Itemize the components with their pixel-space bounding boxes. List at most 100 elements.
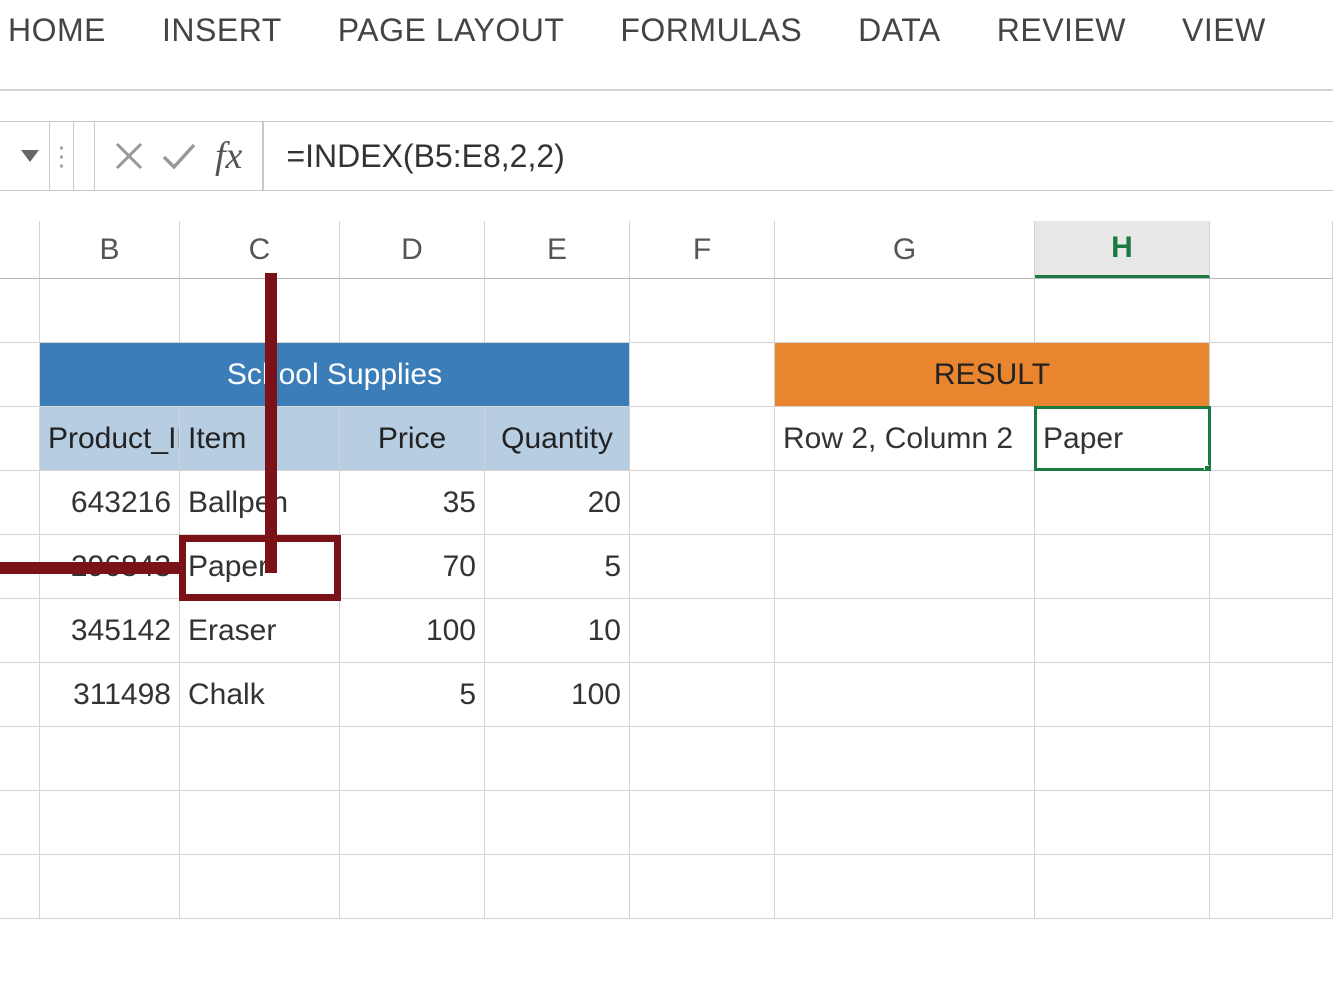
result-label[interactable]: Row 2, Column 2 bbox=[775, 407, 1035, 470]
cell[interactable] bbox=[775, 471, 1035, 534]
cell[interactable] bbox=[1210, 407, 1333, 470]
col-header-F[interactable]: F bbox=[630, 221, 775, 278]
cell[interactable] bbox=[1210, 855, 1333, 918]
data-table-title[interactable]: School Supplies bbox=[40, 343, 630, 406]
tab-formulas[interactable]: FORMULAS bbox=[620, 12, 802, 49]
cell[interactable] bbox=[630, 727, 775, 790]
tab-insert[interactable]: INSERT bbox=[162, 12, 282, 49]
cell[interactable] bbox=[1035, 471, 1210, 534]
tab-page-layout[interactable]: PAGE LAYOUT bbox=[338, 12, 565, 49]
cell[interactable] bbox=[630, 855, 775, 918]
cell[interactable] bbox=[40, 279, 180, 342]
cell-price[interactable]: 70 bbox=[340, 535, 485, 598]
cell[interactable] bbox=[485, 727, 630, 790]
tab-data[interactable]: DATA bbox=[858, 12, 941, 49]
grid-row: Product_ID Item Price Quantity Row 2, Co… bbox=[0, 407, 1333, 471]
cell[interactable] bbox=[630, 535, 775, 598]
cell[interactable] bbox=[1035, 855, 1210, 918]
cell-item-highlighted[interactable]: Paper bbox=[180, 535, 340, 598]
cell[interactable] bbox=[630, 407, 775, 470]
tab-review[interactable]: REVIEW bbox=[997, 12, 1126, 49]
cancel-icon[interactable] bbox=[113, 140, 145, 172]
cell[interactable] bbox=[1210, 279, 1333, 342]
data-header-item[interactable]: Item bbox=[180, 407, 340, 470]
cell[interactable] bbox=[1035, 279, 1210, 342]
cell-item[interactable]: Eraser bbox=[180, 599, 340, 662]
cell-item[interactable]: Ballpen bbox=[180, 471, 340, 534]
grid-row bbox=[0, 279, 1333, 343]
fx-button[interactable]: fx bbox=[213, 134, 244, 178]
result-table-title[interactable]: RESULT bbox=[775, 343, 1210, 406]
cell-product-id[interactable]: 643216 bbox=[40, 471, 180, 534]
cell[interactable] bbox=[40, 791, 180, 854]
cell[interactable] bbox=[180, 791, 340, 854]
cell[interactable] bbox=[485, 791, 630, 854]
tab-view[interactable]: VIEW bbox=[1182, 12, 1266, 49]
cell[interactable] bbox=[1210, 599, 1333, 662]
selection-handle[interactable] bbox=[1204, 465, 1210, 470]
cell[interactable] bbox=[1210, 471, 1333, 534]
cell[interactable] bbox=[485, 279, 630, 342]
tab-home[interactable]: HOME bbox=[8, 12, 106, 49]
cell[interactable] bbox=[40, 727, 180, 790]
cell[interactable] bbox=[630, 471, 775, 534]
cell-quantity[interactable]: 20 bbox=[485, 471, 630, 534]
cell[interactable] bbox=[775, 599, 1035, 662]
cell[interactable] bbox=[630, 791, 775, 854]
cell-price[interactable]: 5 bbox=[340, 663, 485, 726]
col-header-D[interactable]: D bbox=[340, 221, 485, 278]
cell-price[interactable]: 35 bbox=[340, 471, 485, 534]
cell[interactable] bbox=[340, 279, 485, 342]
result-value-cell[interactable]: Paper bbox=[1035, 407, 1210, 470]
cell[interactable] bbox=[485, 855, 630, 918]
cell-product-id[interactable]: 296843 bbox=[40, 535, 180, 598]
cell[interactable] bbox=[340, 855, 485, 918]
cell[interactable] bbox=[1035, 727, 1210, 790]
cell[interactable] bbox=[1035, 663, 1210, 726]
cell[interactable] bbox=[1210, 663, 1333, 726]
cell[interactable] bbox=[630, 663, 775, 726]
cell[interactable] bbox=[1035, 791, 1210, 854]
cell[interactable] bbox=[1210, 535, 1333, 598]
cell-price[interactable]: 100 bbox=[340, 599, 485, 662]
data-header-price[interactable]: Price bbox=[340, 407, 485, 470]
cell[interactable] bbox=[340, 727, 485, 790]
cell[interactable] bbox=[180, 279, 340, 342]
cell[interactable] bbox=[180, 855, 340, 918]
formula-bar-buttons: fx bbox=[94, 122, 263, 190]
cell[interactable] bbox=[775, 663, 1035, 726]
cell[interactable] bbox=[1210, 343, 1333, 406]
cell[interactable] bbox=[775, 727, 1035, 790]
cell-product-id[interactable]: 345142 bbox=[40, 599, 180, 662]
cell[interactable] bbox=[1035, 535, 1210, 598]
cell-quantity[interactable]: 5 bbox=[485, 535, 630, 598]
name-box-dropdown[interactable] bbox=[0, 122, 50, 190]
cell[interactable] bbox=[775, 279, 1035, 342]
col-header-C[interactable]: C bbox=[180, 221, 340, 278]
confirm-icon[interactable] bbox=[161, 141, 197, 171]
cell-quantity[interactable]: 10 bbox=[485, 599, 630, 662]
cell[interactable] bbox=[180, 727, 340, 790]
data-header-quantity[interactable]: Quantity bbox=[485, 407, 630, 470]
cell-quantity[interactable]: 100 bbox=[485, 663, 630, 726]
cell[interactable] bbox=[1210, 791, 1333, 854]
col-header-B[interactable]: B bbox=[40, 221, 180, 278]
row-gutter bbox=[0, 727, 40, 790]
cell-item[interactable]: Chalk bbox=[180, 663, 340, 726]
data-header-product-id[interactable]: Product_ID bbox=[40, 407, 180, 470]
cell[interactable] bbox=[340, 791, 485, 854]
cell[interactable] bbox=[630, 343, 775, 406]
cell[interactable] bbox=[775, 855, 1035, 918]
col-header-E[interactable]: E bbox=[485, 221, 630, 278]
cell[interactable] bbox=[630, 279, 775, 342]
col-header-H[interactable]: H bbox=[1035, 221, 1210, 278]
formula-input[interactable]: =INDEX(B5:E8,2,2) bbox=[263, 122, 1333, 190]
cell-product-id[interactable]: 311498 bbox=[40, 663, 180, 726]
cell[interactable] bbox=[775, 535, 1035, 598]
cell[interactable] bbox=[1035, 599, 1210, 662]
cell[interactable] bbox=[40, 855, 180, 918]
cell[interactable] bbox=[775, 791, 1035, 854]
col-header-G[interactable]: G bbox=[775, 221, 1035, 278]
cell[interactable] bbox=[630, 599, 775, 662]
cell[interactable] bbox=[1210, 727, 1333, 790]
